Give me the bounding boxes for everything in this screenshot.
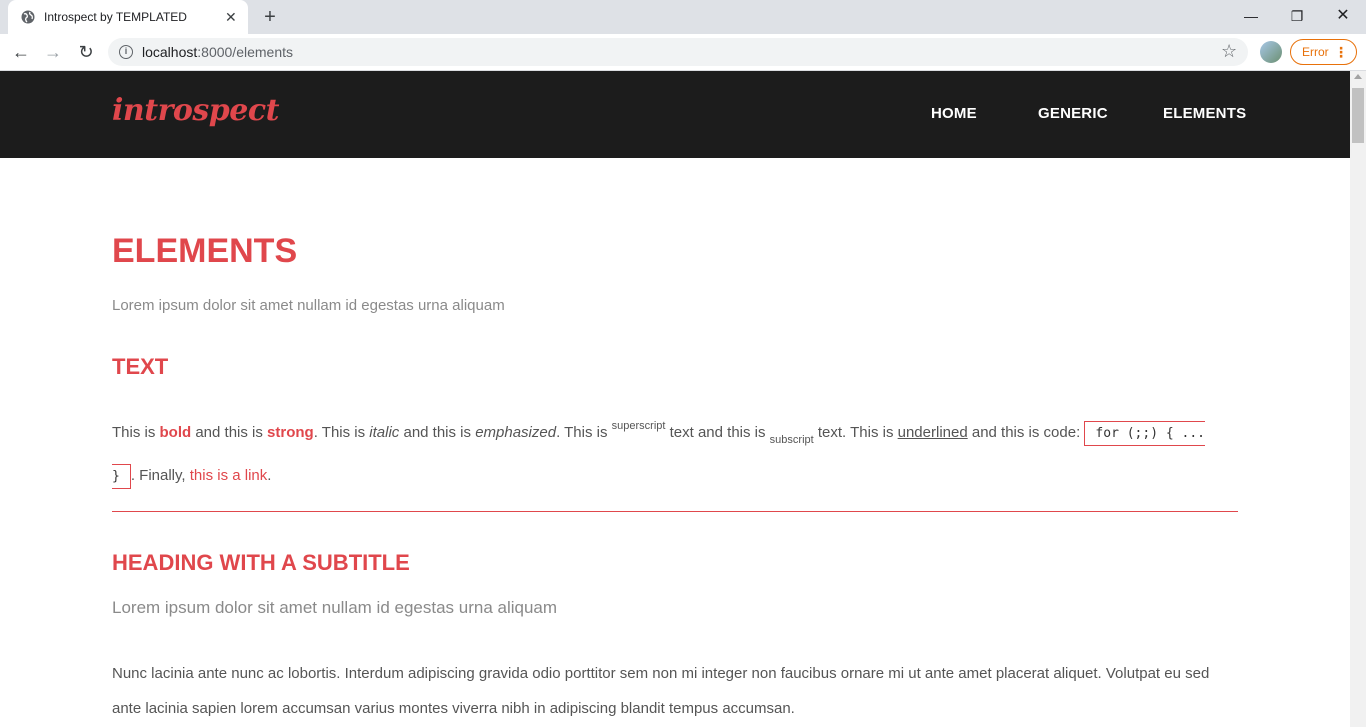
- text-segment: . Finally,: [130, 467, 190, 484]
- close-window-icon[interactable]: ✕: [1333, 6, 1353, 26]
- divider: [112, 511, 1238, 512]
- text-segment: . This is: [313, 424, 370, 441]
- emphasized-text: emphasized: [475, 424, 557, 441]
- nav-generic[interactable]: GENERIC: [1038, 105, 1108, 122]
- scroll-thumb[interactable]: [1352, 88, 1364, 143]
- text-paragraph: This is bold and this is strong. This is…: [112, 408, 1207, 495]
- back-icon[interactable]: ←: [10, 41, 32, 63]
- text-segment: text and this is: [665, 424, 770, 441]
- italic-text: italic: [369, 424, 400, 441]
- text-segment: This is: [112, 424, 160, 441]
- page-subtitle: Lorem ipsum dolor sit amet nullam id ege…: [112, 297, 505, 314]
- superscript-text: superscript: [611, 420, 666, 432]
- text-heading: TEXT: [112, 354, 169, 379]
- url-path: :8000/elements: [197, 44, 293, 60]
- new-tab-icon[interactable]: +: [260, 5, 280, 29]
- tab-strip: Introspect by TEMPLATED ✕ + — ❐ ✕: [0, 0, 1366, 34]
- tab-title: Introspect by TEMPLATED: [44, 10, 187, 24]
- subtitle-heading: HEADING WITH A SUBTITLE: [112, 550, 410, 575]
- site-header: introspect HOME GENERIC ELEMENTS: [0, 71, 1350, 158]
- error-label: Error: [1302, 45, 1329, 59]
- nav-home[interactable]: HOME: [931, 105, 977, 122]
- url-host: localhost: [142, 44, 198, 60]
- bold-text: bold: [159, 424, 192, 441]
- avatar[interactable]: [1260, 41, 1282, 63]
- text-segment: . This is: [556, 424, 612, 441]
- scrollbar[interactable]: [1350, 71, 1366, 727]
- text-segment: .: [267, 467, 272, 484]
- heading-subtitle: Lorem ipsum dolor sit amet nullam id ege…: [112, 598, 558, 617]
- underlined-text: underlined: [897, 424, 968, 441]
- text-segment: and this is code:: [967, 424, 1085, 441]
- reload-icon[interactable]: ↻: [75, 41, 97, 63]
- error-button[interactable]: Error ⋮: [1290, 39, 1357, 65]
- site-logo[interactable]: introspect: [112, 93, 279, 128]
- scroll-up-icon[interactable]: [1354, 74, 1362, 79]
- text-segment: and this is: [191, 424, 268, 441]
- example-link[interactable]: this is a link: [190, 467, 268, 484]
- restore-icon[interactable]: ❐: [1287, 6, 1307, 26]
- body-paragraph: Nunc lacinia ante nunc ac lobortis. Inte…: [112, 665, 1210, 717]
- browser-tab[interactable]: Introspect by TEMPLATED ✕: [8, 0, 248, 34]
- browser-toolbar: ← → ↻ i localhost:8000/elements ☆ Error …: [0, 34, 1366, 71]
- text-segment: and this is: [399, 424, 476, 441]
- forward-icon[interactable]: →: [42, 41, 64, 63]
- strong-text: strong: [267, 424, 314, 441]
- info-icon[interactable]: i: [119, 45, 133, 59]
- address-bar[interactable]: i localhost:8000/elements ☆: [108, 38, 1248, 66]
- text-segment: text. This is: [813, 424, 898, 441]
- page-title: ELEMENTS: [112, 232, 298, 270]
- subscript-text: subscript: [769, 434, 814, 446]
- nav-elements[interactable]: ELEMENTS: [1163, 105, 1246, 122]
- minimize-icon[interactable]: —: [1241, 6, 1261, 26]
- url-text: localhost:8000/elements: [142, 44, 293, 60]
- star-icon[interactable]: ☆: [1221, 41, 1237, 62]
- menu-dots-icon: ⋮: [1334, 44, 1348, 60]
- globe-icon: [21, 10, 35, 24]
- page-viewport: introspect HOME GENERIC ELEMENTS ELEMENT…: [0, 71, 1350, 727]
- close-tab-icon[interactable]: ✕: [225, 9, 237, 25]
